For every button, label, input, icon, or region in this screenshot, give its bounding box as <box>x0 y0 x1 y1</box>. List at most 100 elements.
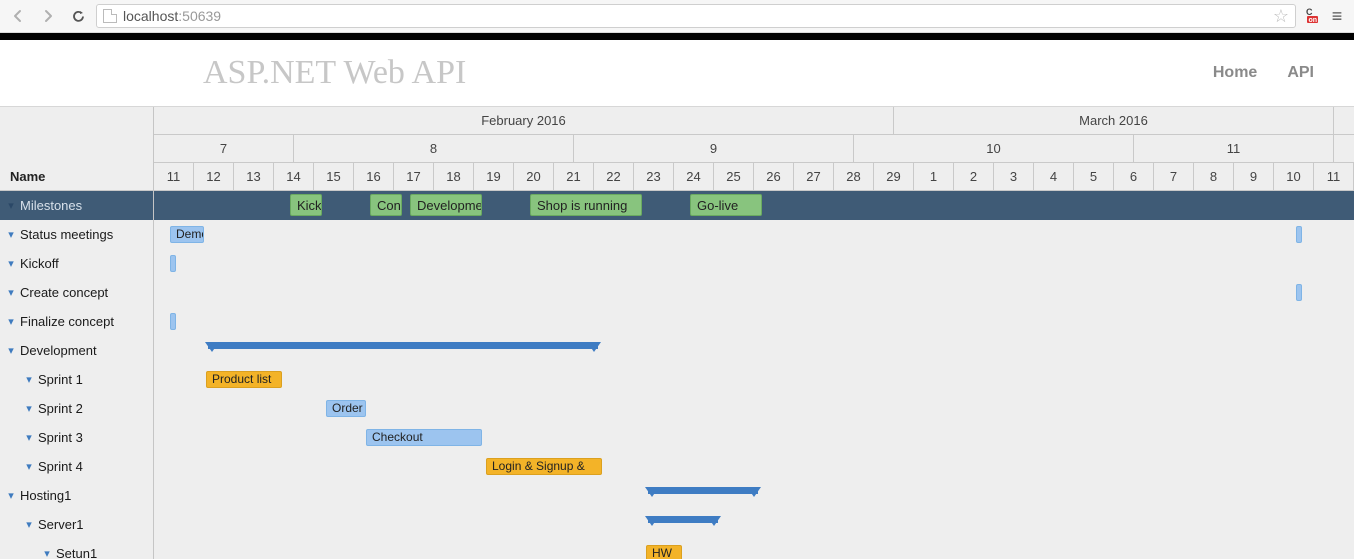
task-bar[interactable] <box>170 313 176 330</box>
milestone-bar[interactable]: Development <box>410 194 482 216</box>
chevron-down-icon[interactable]: ▾ <box>4 489 18 502</box>
chevron-down-icon[interactable]: ▾ <box>22 460 36 473</box>
forward-button[interactable] <box>36 5 60 27</box>
task-row[interactable]: ▾Server1 <box>0 510 153 539</box>
chevron-down-icon[interactable]: ▾ <box>4 257 18 270</box>
months-row: February 2016March 2016 <box>154 107 1354 135</box>
timeline-row: Checkout <box>154 423 1354 452</box>
timeline-row <box>154 249 1354 278</box>
milestone-bar[interactable]: Kickoff <box>290 194 322 216</box>
timeline-row <box>154 481 1354 510</box>
task-row[interactable]: ▾Hosting1 <box>0 481 153 510</box>
task-row[interactable]: ▾Create concept <box>0 278 153 307</box>
extension-icon[interactable]: Con <box>1302 7 1320 25</box>
task-bar[interactable] <box>170 255 176 272</box>
chevron-down-icon[interactable]: ▾ <box>4 315 18 328</box>
task-label: Hosting1 <box>20 488 71 503</box>
day-header: 5 <box>1074 163 1114 190</box>
task-label: Server1 <box>38 517 84 532</box>
task-row[interactable]: ▾Sprint 3 <box>0 423 153 452</box>
timeline-row: Login & Signup & <box>154 452 1354 481</box>
chevron-down-icon[interactable]: ▾ <box>22 518 36 531</box>
task-row[interactable]: ▾Finalize concept <box>0 307 153 336</box>
task-label: Sprint 3 <box>38 430 83 445</box>
task-row[interactable]: ▾Sprint 4 <box>0 452 153 481</box>
nav-home[interactable]: Home <box>1213 64 1257 82</box>
task-label: Sprint 4 <box>38 459 83 474</box>
day-header: 29 <box>874 163 914 190</box>
day-header: 2 <box>954 163 994 190</box>
timeline-row <box>154 510 1354 539</box>
day-header: 26 <box>754 163 794 190</box>
sidebar-header: Name <box>0 107 153 191</box>
gantt-chart: Name ▾Milestones▾Status meetings▾Kickoff… <box>0 107 1354 559</box>
day-header: 6 <box>1114 163 1154 190</box>
timeline-row: Demo <box>154 220 1354 249</box>
browser-menu-icon[interactable]: ≡ <box>1326 6 1348 27</box>
task-label: Status meetings <box>20 227 113 242</box>
back-button[interactable] <box>6 5 30 27</box>
reload-button[interactable] <box>66 5 90 27</box>
task-bar[interactable]: HW <box>646 545 682 559</box>
task-row[interactable]: ▾Setun1 <box>0 539 153 559</box>
nav-api[interactable]: API <box>1287 64 1314 82</box>
day-header: 18 <box>434 163 474 190</box>
address-bar[interactable]: localhost:50639 ☆ <box>96 4 1296 28</box>
task-bar[interactable]: Demo <box>170 226 204 243</box>
timeline-body: Kickoff Concept Development Shop is running… <box>154 191 1354 559</box>
task-bar[interactable] <box>1296 226 1302 243</box>
day-header: 22 <box>594 163 634 190</box>
day-header: 3 <box>994 163 1034 190</box>
chevron-down-icon[interactable]: ▾ <box>4 228 18 241</box>
day-header: 25 <box>714 163 754 190</box>
day-header: 16 <box>354 163 394 190</box>
milestone-bar[interactable]: Go-live <box>690 194 762 216</box>
week-header: 9 <box>574 135 854 162</box>
day-header: 4 <box>1034 163 1074 190</box>
chevron-down-icon[interactable]: ▾ <box>22 431 36 444</box>
milestone-bar[interactable]: Shop is running <box>530 194 642 216</box>
task-bar[interactable] <box>1296 284 1302 301</box>
timeline-row <box>154 307 1354 336</box>
gantt-timeline[interactable]: February 2016March 2016 7891011 11121314… <box>154 107 1354 559</box>
milestone-bar[interactable]: Concept <box>370 194 402 216</box>
chevron-down-icon[interactable]: ▾ <box>22 402 36 415</box>
chevron-down-icon[interactable]: ▾ <box>4 199 18 212</box>
task-row[interactable]: ▾Sprint 2 <box>0 394 153 423</box>
site-title: ASP.NET Web API <box>203 54 466 92</box>
task-label: Development <box>20 343 97 358</box>
bookmark-star-icon[interactable]: ☆ <box>1273 6 1289 27</box>
day-header: 13 <box>234 163 274 190</box>
task-row[interactable]: ▾Development <box>0 336 153 365</box>
task-label: Create concept <box>20 285 108 300</box>
task-label: Finalize concept <box>20 314 114 329</box>
day-header: 14 <box>274 163 314 190</box>
task-label: Milestones <box>20 198 82 213</box>
day-header: 19 <box>474 163 514 190</box>
task-label: Sprint 2 <box>38 401 83 416</box>
task-bar[interactable]: Checkout <box>366 429 482 446</box>
task-row[interactable]: ▾Milestones <box>0 191 153 220</box>
chevron-down-icon[interactable]: ▾ <box>4 286 18 299</box>
task-row[interactable]: ▾Status meetings <box>0 220 153 249</box>
chevron-down-icon[interactable]: ▾ <box>40 547 54 559</box>
svg-text:C: C <box>1306 7 1313 17</box>
day-header: 12 <box>194 163 234 190</box>
task-row[interactable]: ▾Kickoff <box>0 249 153 278</box>
day-header: 24 <box>674 163 714 190</box>
chevron-down-icon[interactable]: ▾ <box>4 344 18 357</box>
task-bar[interactable]: Login & Signup & <box>486 458 602 475</box>
top-nav: Home API <box>1213 64 1314 82</box>
task-bar[interactable]: Product list <box>206 371 282 388</box>
group-bar[interactable] <box>648 487 758 494</box>
task-bar[interactable]: Order <box>326 400 366 417</box>
day-header: 21 <box>554 163 594 190</box>
timeline-row: HW <box>154 539 1354 559</box>
timeline-row <box>154 336 1354 365</box>
group-bar[interactable] <box>648 516 718 523</box>
task-row[interactable]: ▾Sprint 1 <box>0 365 153 394</box>
group-bar[interactable] <box>208 342 598 349</box>
day-header: 28 <box>834 163 874 190</box>
sidebar-rows: ▾Milestones▾Status meetings▾Kickoff▾Crea… <box>0 191 153 559</box>
chevron-down-icon[interactable]: ▾ <box>22 373 36 386</box>
